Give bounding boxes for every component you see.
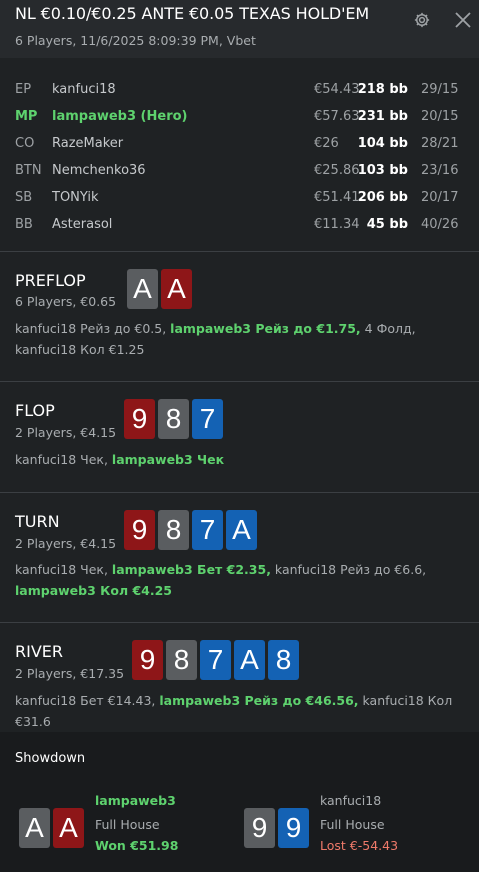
player-name: Nemchenko36 — [52, 163, 146, 178]
card: 9 — [132, 640, 163, 680]
hero-showdown-cards: A A — [19, 808, 84, 848]
street-turn: TURN 2 Players, €4.15 9 8 7 A kanfuci18 … — [0, 493, 479, 622]
action-text: kanfuci18 Чек, — [15, 562, 112, 577]
card: A — [161, 269, 192, 309]
showdown-hero-name: lampaweb3 — [95, 793, 176, 808]
card: A — [127, 269, 158, 309]
action-text: kanfuci18 Бет €14.43, — [15, 693, 160, 708]
street-actions: kanfuci18 Бет €14.43, lampaweb3 Рейз до … — [15, 690, 470, 732]
player-stats: 20/17 — [421, 190, 459, 205]
player-stats: 28/21 — [421, 136, 459, 151]
hand-title: NL €0.10/€0.25 ANTE €0.05 TEXAS HOLD'EM — [15, 4, 370, 23]
player-position: EP — [15, 82, 32, 97]
player-position: CO — [15, 136, 35, 151]
card: 9 — [278, 808, 309, 848]
villain-showdown-cards: 9 9 — [244, 808, 309, 848]
street-title: TURN — [15, 512, 60, 531]
street-title: FLOP — [15, 401, 55, 420]
card: 8 — [166, 640, 197, 680]
hand-header: NL €0.10/€0.25 ANTE €0.05 TEXAS HOLD'EM … — [0, 0, 479, 58]
player-row: EP kanfuci18 €54.43 218 bb 29/15 — [0, 77, 479, 104]
player-stats: 40/26 — [421, 217, 459, 232]
street-info: 2 Players, €17.35 — [15, 666, 125, 681]
hero-action-text: lampaweb3 Рейз до €46.56, — [159, 693, 359, 708]
street-preflop: PREFLOP 6 Players, €0.65 A A kanfuci18 Р… — [0, 252, 479, 381]
board-cards: 9 8 7 A — [124, 510, 257, 550]
street-river: RIVER 2 Players, €17.35 9 8 7 A 8 kanfuc… — [0, 623, 479, 732]
player-stats: 23/16 — [421, 163, 459, 178]
street-actions: kanfuci18 Рейз до €0.5, lampaweb3 Рейз д… — [15, 318, 470, 360]
street-actions: kanfuci18 Чек, lampaweb3 Чек — [15, 449, 470, 470]
card: 7 — [192, 399, 223, 439]
showdown-villain-hand: Full House — [320, 817, 385, 832]
player-name: Asterasol — [52, 217, 113, 232]
player-position: MP — [15, 109, 38, 124]
street-flop: FLOP 2 Players, €4.15 9 8 7 kanfuci18 Че… — [0, 382, 479, 492]
hero-action-text: lampaweb3 Бет €2.35, — [111, 562, 271, 577]
hero-action-text: lampaweb3 Чек — [111, 452, 225, 467]
player-position: SB — [15, 190, 33, 205]
card: 8 — [268, 640, 299, 680]
hero-action-text: lampaweb3 Кол €4.25 — [15, 583, 173, 598]
player-stack: €26 — [314, 136, 339, 151]
hero-hole-cards: A A — [127, 269, 192, 309]
player-stack: €11.34 — [314, 217, 360, 232]
player-name: RazeMaker — [52, 136, 124, 151]
board-cards: 9 8 7 — [124, 399, 223, 439]
street-info: 6 Players, €0.65 — [15, 294, 117, 309]
card: 7 — [200, 640, 231, 680]
street-title: RIVER — [15, 642, 64, 661]
card: A — [226, 510, 257, 550]
card: A — [19, 808, 50, 848]
street-info: 2 Players, €4.15 — [15, 425, 117, 440]
player-stack: €57.63 — [314, 109, 360, 124]
showdown-panel: Showdown A A lampaweb3 Full House Won €5… — [0, 732, 479, 872]
player-stack-bb: 218 bb — [357, 82, 408, 97]
player-position: BB — [15, 217, 33, 232]
player-stack-bb: 231 bb — [357, 109, 408, 124]
street-title: PREFLOP — [15, 271, 86, 290]
card: 8 — [158, 510, 189, 550]
player-stack: €54.43 — [314, 82, 360, 97]
player-row: CO RazeMaker €26 104 bb 28/21 — [0, 131, 479, 158]
hand-subtitle: 6 Players, 11/6/2025 8:09:39 PM, Vbet — [15, 33, 256, 48]
player-name: lampaweb3 (Hero) — [52, 109, 188, 124]
card: 8 — [158, 399, 189, 439]
player-name: TONYik — [52, 190, 99, 205]
showdown-villain-result: Lost €-54.43 — [320, 838, 399, 853]
player-stack-bb: 45 bb — [366, 217, 408, 232]
card: A — [234, 640, 265, 680]
action-text: kanfuci18 Рейз до €0.5, — [15, 321, 171, 336]
player-stack: €51.41 — [314, 190, 360, 205]
player-stack-bb: 103 bb — [357, 163, 408, 178]
card: A — [53, 808, 84, 848]
close-icon[interactable] — [454, 11, 472, 29]
action-text: kanfuci18 Чек, — [15, 452, 112, 467]
street-actions: kanfuci18 Чек, lampaweb3 Бет €2.35, kanf… — [15, 559, 470, 601]
player-row: SB TONYik €51.41 206 bb 20/17 — [0, 185, 479, 212]
showdown-title: Showdown — [15, 751, 86, 766]
player-name: kanfuci18 — [52, 82, 116, 97]
showdown-hero-hand: Full House — [95, 817, 160, 832]
player-stack-bb: 206 bb — [357, 190, 408, 205]
player-stats: 29/15 — [421, 82, 459, 97]
card: 9 — [124, 510, 155, 550]
player-row-hero: MP lampaweb3 (Hero) €57.63 231 bb 20/15 — [0, 104, 479, 131]
showdown-villain-name: kanfuci18 — [320, 793, 382, 808]
player-stats: 20/15 — [421, 109, 459, 124]
player-position: BTN — [15, 163, 42, 178]
player-row: BTN Nemchenko36 €25.86 103 bb 23/16 — [0, 158, 479, 185]
showdown-hero-result: Won €51.98 — [95, 838, 179, 853]
card: 9 — [124, 399, 155, 439]
player-row: BB Asterasol €11.34 45 bb 40/26 — [0, 212, 479, 239]
action-text: kanfuci18 Рейз до €6.6, — [270, 562, 427, 577]
gear-icon[interactable] — [413, 11, 431, 29]
player-stack: €25.86 — [314, 163, 360, 178]
card: 7 — [192, 510, 223, 550]
hero-action-text: lampaweb3 Рейз до €1.75, — [170, 321, 361, 336]
player-stack-bb: 104 bb — [357, 136, 408, 151]
card: 9 — [244, 808, 275, 848]
street-info: 2 Players, €4.15 — [15, 536, 117, 551]
board-cards: 9 8 7 A 8 — [132, 640, 299, 680]
